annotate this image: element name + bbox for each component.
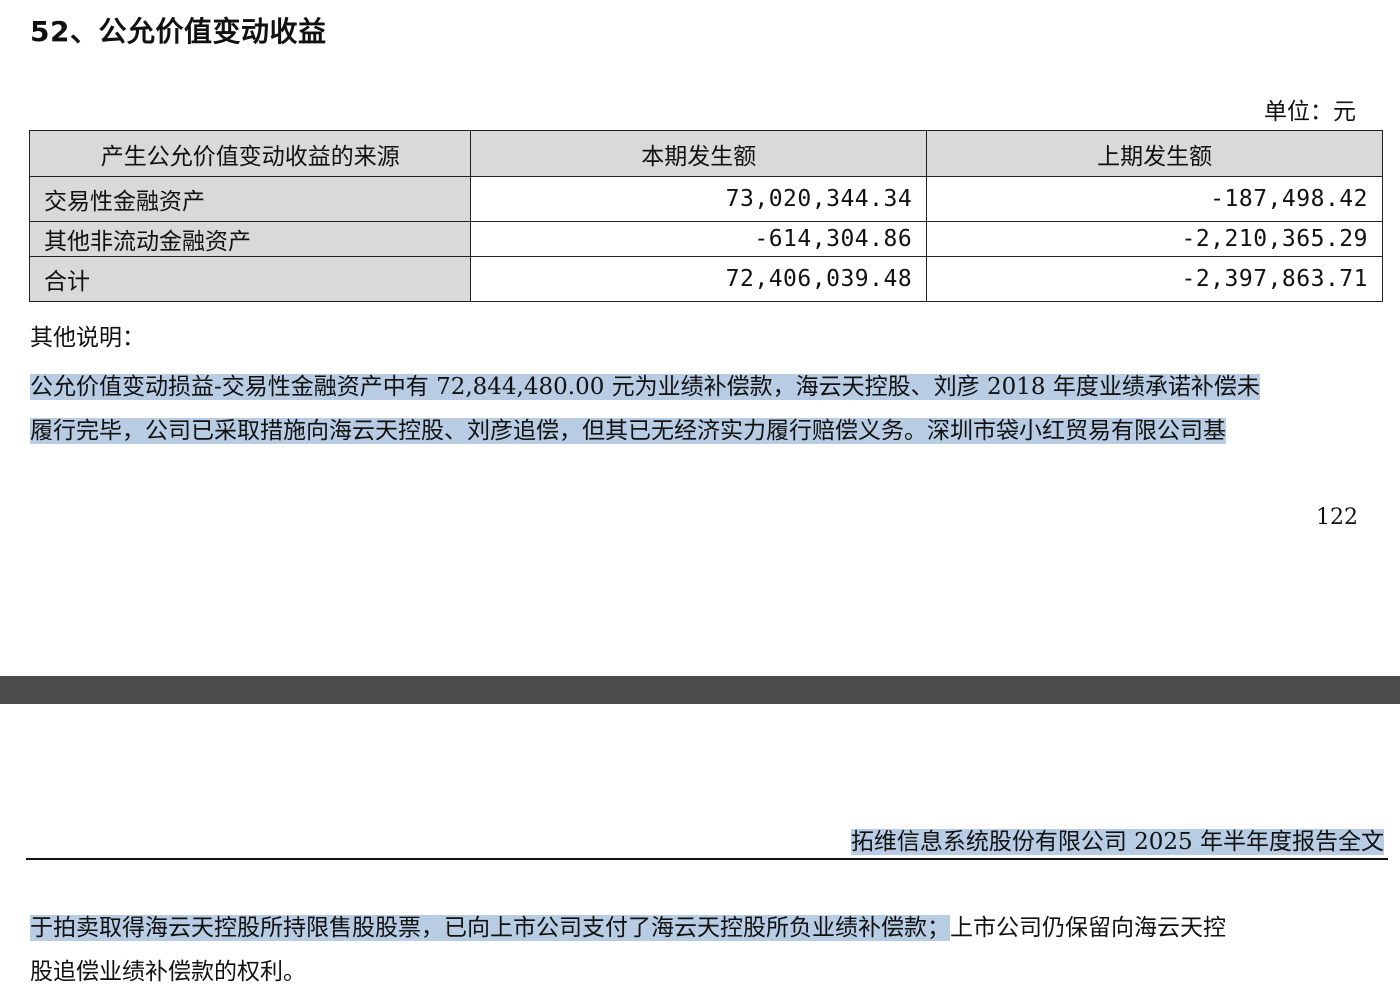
- row-prior-value: -187,498.42: [926, 176, 1383, 222]
- table-header-source: 产生公允价值变动收益的来源: [28, 130, 472, 177]
- unit-label: 单位：元: [1264, 99, 1356, 125]
- row-prior-value: -2,397,863.71: [926, 256, 1383, 302]
- other-notes-label: 其他说明：: [30, 325, 145, 351]
- table-total-row: 合计 72,406,039.48 -2,397,863.71: [28, 256, 1383, 302]
- highlighted-text[interactable]: 拓维信息系统股份有限公司 2025 年半年度报告全文: [850, 829, 1384, 855]
- table-header-current: 本期发生额: [470, 130, 928, 177]
- table-header-prior: 上期发生额: [926, 130, 1383, 177]
- report-header: 拓维信息系统股份有限公司 2025 年半年度报告全文: [850, 822, 1384, 856]
- paragraph-text: 股追偿业绩补偿款的权利。: [30, 959, 306, 985]
- highlighted-text[interactable]: 履行完毕，公司已采取措施向海云天控股、刘彦追偿，但其已无经济实力履行赔偿义务。深…: [30, 418, 1226, 444]
- paragraph-text: 上市公司仍保留向海云天控: [950, 915, 1226, 941]
- fair-value-table: 产生公允价值变动收益的来源 本期发生额 上期发生额 交易性金融资产 73,020…: [28, 130, 1383, 302]
- notes-paragraph: 公允价值变动损益-交易性金融资产中有 72,844,480.00 元为业绩补偿款…: [30, 365, 1360, 453]
- header-rule: [26, 858, 1388, 860]
- row-prior-value: -2,210,365.29: [926, 221, 1383, 257]
- page-number: 122: [1316, 505, 1358, 530]
- notes-paragraph-continued: 于拍卖取得海云天控股所持限售股股票，已向上市公司支付了海云天控股所负业绩补偿款；…: [30, 906, 1360, 994]
- table-row: 交易性金融资产 73,020,344.34 -187,498.42: [28, 176, 1383, 222]
- row-label: 合计: [28, 256, 472, 302]
- highlighted-text[interactable]: 于拍卖取得海云天控股所持限售股股票，已向上市公司支付了海云天控股所负业绩补偿款；: [30, 915, 950, 941]
- section-title: 52、公允价值变动收益: [30, 15, 327, 48]
- row-label: 其他非流动金融资产: [28, 221, 472, 257]
- row-current-value: -614,304.86: [470, 221, 928, 257]
- table-row: 其他非流动金融资产 -614,304.86 -2,210,365.29: [28, 221, 1383, 257]
- table-header-row: 产生公允价值变动收益的来源 本期发生额 上期发生额: [28, 130, 1383, 177]
- page-divider: [0, 676, 1400, 704]
- highlighted-text[interactable]: 公允价值变动损益-交易性金融资产中有 72,844,480.00 元为业绩补偿款…: [30, 374, 1260, 400]
- row-current-value: 73,020,344.34: [470, 176, 928, 222]
- row-label: 交易性金融资产: [28, 176, 472, 222]
- row-current-value: 72,406,039.48: [470, 256, 928, 302]
